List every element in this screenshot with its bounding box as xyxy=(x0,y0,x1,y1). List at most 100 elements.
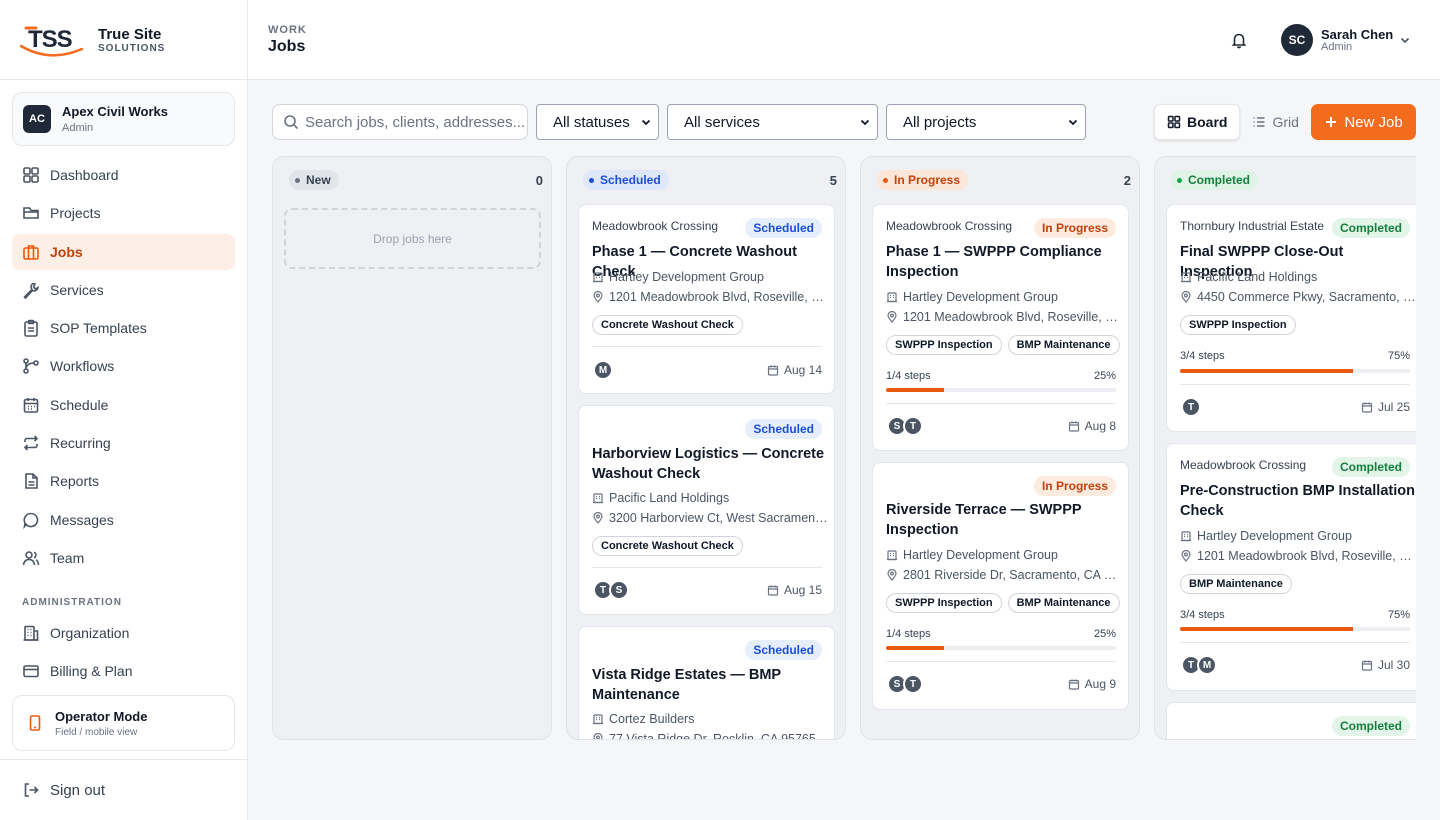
job-card[interactable]: Meadowbrook Crossing Completed Pre-Const… xyxy=(1166,443,1416,691)
card-tags: SWPPP Inspection BMP Maintenance xyxy=(886,593,1126,613)
service-tag: BMP Maintenance xyxy=(1007,593,1120,613)
card-address: 1201 Meadowbrook Blvd, Roseville, CA 956… xyxy=(1180,549,1416,563)
chevron-down-icon[interactable] xyxy=(1398,33,1412,47)
service-tag: SWPPP Inspection xyxy=(1180,315,1296,335)
sign-out-button[interactable]: Sign out xyxy=(0,759,247,820)
status-filter-select[interactable]: All statuses xyxy=(536,104,659,140)
status-dot xyxy=(589,177,594,183)
card-divider xyxy=(1180,642,1410,643)
sidebar-item-recurring[interactable]: Recurring xyxy=(12,425,235,461)
assignee-avatar: M xyxy=(1197,655,1217,675)
view-board-button[interactable]: Board xyxy=(1154,104,1241,140)
sidebar-item-workflows[interactable]: Workflows xyxy=(12,348,235,384)
card-due-date: Aug 8 xyxy=(1068,419,1116,433)
card-due-date: Jul 25 xyxy=(1361,400,1410,414)
progress-bar xyxy=(886,646,1116,650)
job-card[interactable]: Scheduled Vista Ridge Estates — BMP Main… xyxy=(578,626,835,739)
new-job-button[interactable]: New Job xyxy=(1311,104,1416,140)
list-icon xyxy=(1252,115,1266,129)
card-address: 4450 Commerce Pkwy, Sacramento, CA 95834 xyxy=(1180,290,1416,304)
building-icon xyxy=(592,492,604,504)
search-box[interactable] xyxy=(272,104,528,140)
search-icon xyxy=(283,114,299,130)
status-dot xyxy=(1177,177,1182,183)
job-card[interactable]: Completed xyxy=(1166,702,1416,739)
sidebar-item-services[interactable]: Services xyxy=(12,272,235,308)
card-divider xyxy=(1180,384,1410,385)
credit-card-icon xyxy=(22,662,40,680)
column-scheduled: Scheduled 5 Meadowbrook Crossing Schedul… xyxy=(566,156,846,740)
sidebar-item-label: Schedule xyxy=(50,396,109,413)
sidebar-item-dashboard[interactable]: Dashboard xyxy=(12,157,235,193)
sidebar-item-label: Billing & Plan xyxy=(50,663,133,680)
building-icon xyxy=(1180,530,1192,542)
project-filter-value: All projects xyxy=(903,113,977,131)
view-grid-button[interactable]: Grid xyxy=(1240,104,1310,140)
status-badge: Scheduled xyxy=(745,640,822,660)
status-filter-value: All statuses xyxy=(553,113,630,131)
user-name[interactable]: Sarah Chen xyxy=(1321,27,1393,42)
bell-icon[interactable] xyxy=(1230,31,1248,49)
card-due-date: Aug 15 xyxy=(767,583,822,597)
card-client: Hartley Development Group xyxy=(886,290,1122,304)
sidebar-item-schedule[interactable]: Schedule xyxy=(12,387,235,423)
org-switcher[interactable]: AC Apex Civil Works Admin xyxy=(12,92,235,146)
card-tags: SWPPP Inspection xyxy=(1180,315,1302,335)
card-title: Riverside Terrace — SWPPP Inspection xyxy=(886,502,1082,538)
operator-mode-button[interactable]: Operator Mode Field / mobile view xyxy=(12,695,235,751)
map-pin-icon xyxy=(1180,291,1192,303)
job-card[interactable]: Scheduled Harborview Logistics — Concret… xyxy=(578,405,835,615)
sidebar-item-team[interactable]: Team xyxy=(12,540,235,576)
job-card[interactable]: Thornbury Industrial Estate Completed Fi… xyxy=(1166,204,1416,432)
calendar-icon xyxy=(767,364,779,376)
sidebar-item-organization[interactable]: Organization xyxy=(12,615,235,651)
top-header: WORK Jobs SC Sarah Chen Admin xyxy=(248,0,1440,80)
grid-icon xyxy=(22,166,40,184)
card-due-date: Aug 14 xyxy=(767,363,822,377)
view-grid-label: Grid xyxy=(1272,114,1299,130)
sidebar-item-reports[interactable]: Reports xyxy=(12,463,235,499)
map-pin-icon xyxy=(592,733,604,739)
main-nav: Dashboard Projects Jobs Services SOP Tem… xyxy=(12,157,235,578)
card-divider xyxy=(592,346,822,347)
sidebar-item-projects[interactable]: Projects xyxy=(12,195,235,231)
calendar-icon xyxy=(1361,659,1373,671)
search-input[interactable] xyxy=(305,113,525,131)
sidebar-item-messages[interactable]: Messages xyxy=(12,502,235,538)
brand-name: True Site xyxy=(98,25,162,43)
service-filter-select[interactable]: All services xyxy=(667,104,878,140)
card-client: Cortez Builders xyxy=(592,712,828,726)
progress-fill xyxy=(886,646,944,650)
status-badge: Completed xyxy=(1331,218,1410,238)
sidebar-item-billing[interactable]: Billing & Plan xyxy=(12,653,235,689)
kanban-board: New 0 Drop jobs here Scheduled 5 Meadowb… xyxy=(272,156,1416,740)
job-card[interactable]: Meadowbrook Crossing In Progress Phase 1… xyxy=(872,204,1129,451)
admin-nav: Organization Billing & Plan xyxy=(12,615,235,692)
card-client: Hartley Development Group xyxy=(592,270,828,284)
service-tag: Concrete Washout Check xyxy=(592,315,743,335)
briefcase-icon xyxy=(22,243,40,261)
progress-fill xyxy=(886,388,944,392)
sidebar-item-jobs[interactable]: Jobs xyxy=(12,233,235,270)
sidebar-item-sop-templates[interactable]: SOP Templates xyxy=(12,310,235,346)
building-icon xyxy=(592,713,604,725)
file-icon xyxy=(22,472,40,490)
job-card[interactable]: In Progress Riverside Terrace — SWPPP In… xyxy=(872,462,1129,710)
operator-title: Operator Mode xyxy=(55,708,148,724)
brand[interactable]: TSS True Site SOLUTIONS xyxy=(0,0,247,80)
column-header: Scheduled xyxy=(583,170,669,190)
assignee-avatar: T xyxy=(903,416,923,436)
brand-sub: SOLUTIONS xyxy=(98,42,166,54)
sidebar-item-label: Services xyxy=(50,281,104,298)
nav-section-administration: ADMINISTRATION xyxy=(22,597,122,608)
page-title: Jobs xyxy=(268,38,306,55)
drop-zone[interactable]: Drop jobs here xyxy=(284,208,541,269)
card-project: Meadowbrook Crossing xyxy=(886,219,1013,233)
job-card[interactable]: Meadowbrook Crossing Scheduled Phase 1 —… xyxy=(578,204,835,394)
card-project: Thornbury Industrial Estate xyxy=(1180,219,1325,233)
map-pin-icon xyxy=(886,569,898,581)
user-avatar[interactable]: SC xyxy=(1281,24,1313,56)
project-filter-select[interactable]: All projects xyxy=(886,104,1086,140)
status-badge: In Progress xyxy=(1033,476,1116,496)
card-project: Meadowbrook Crossing xyxy=(592,219,719,233)
